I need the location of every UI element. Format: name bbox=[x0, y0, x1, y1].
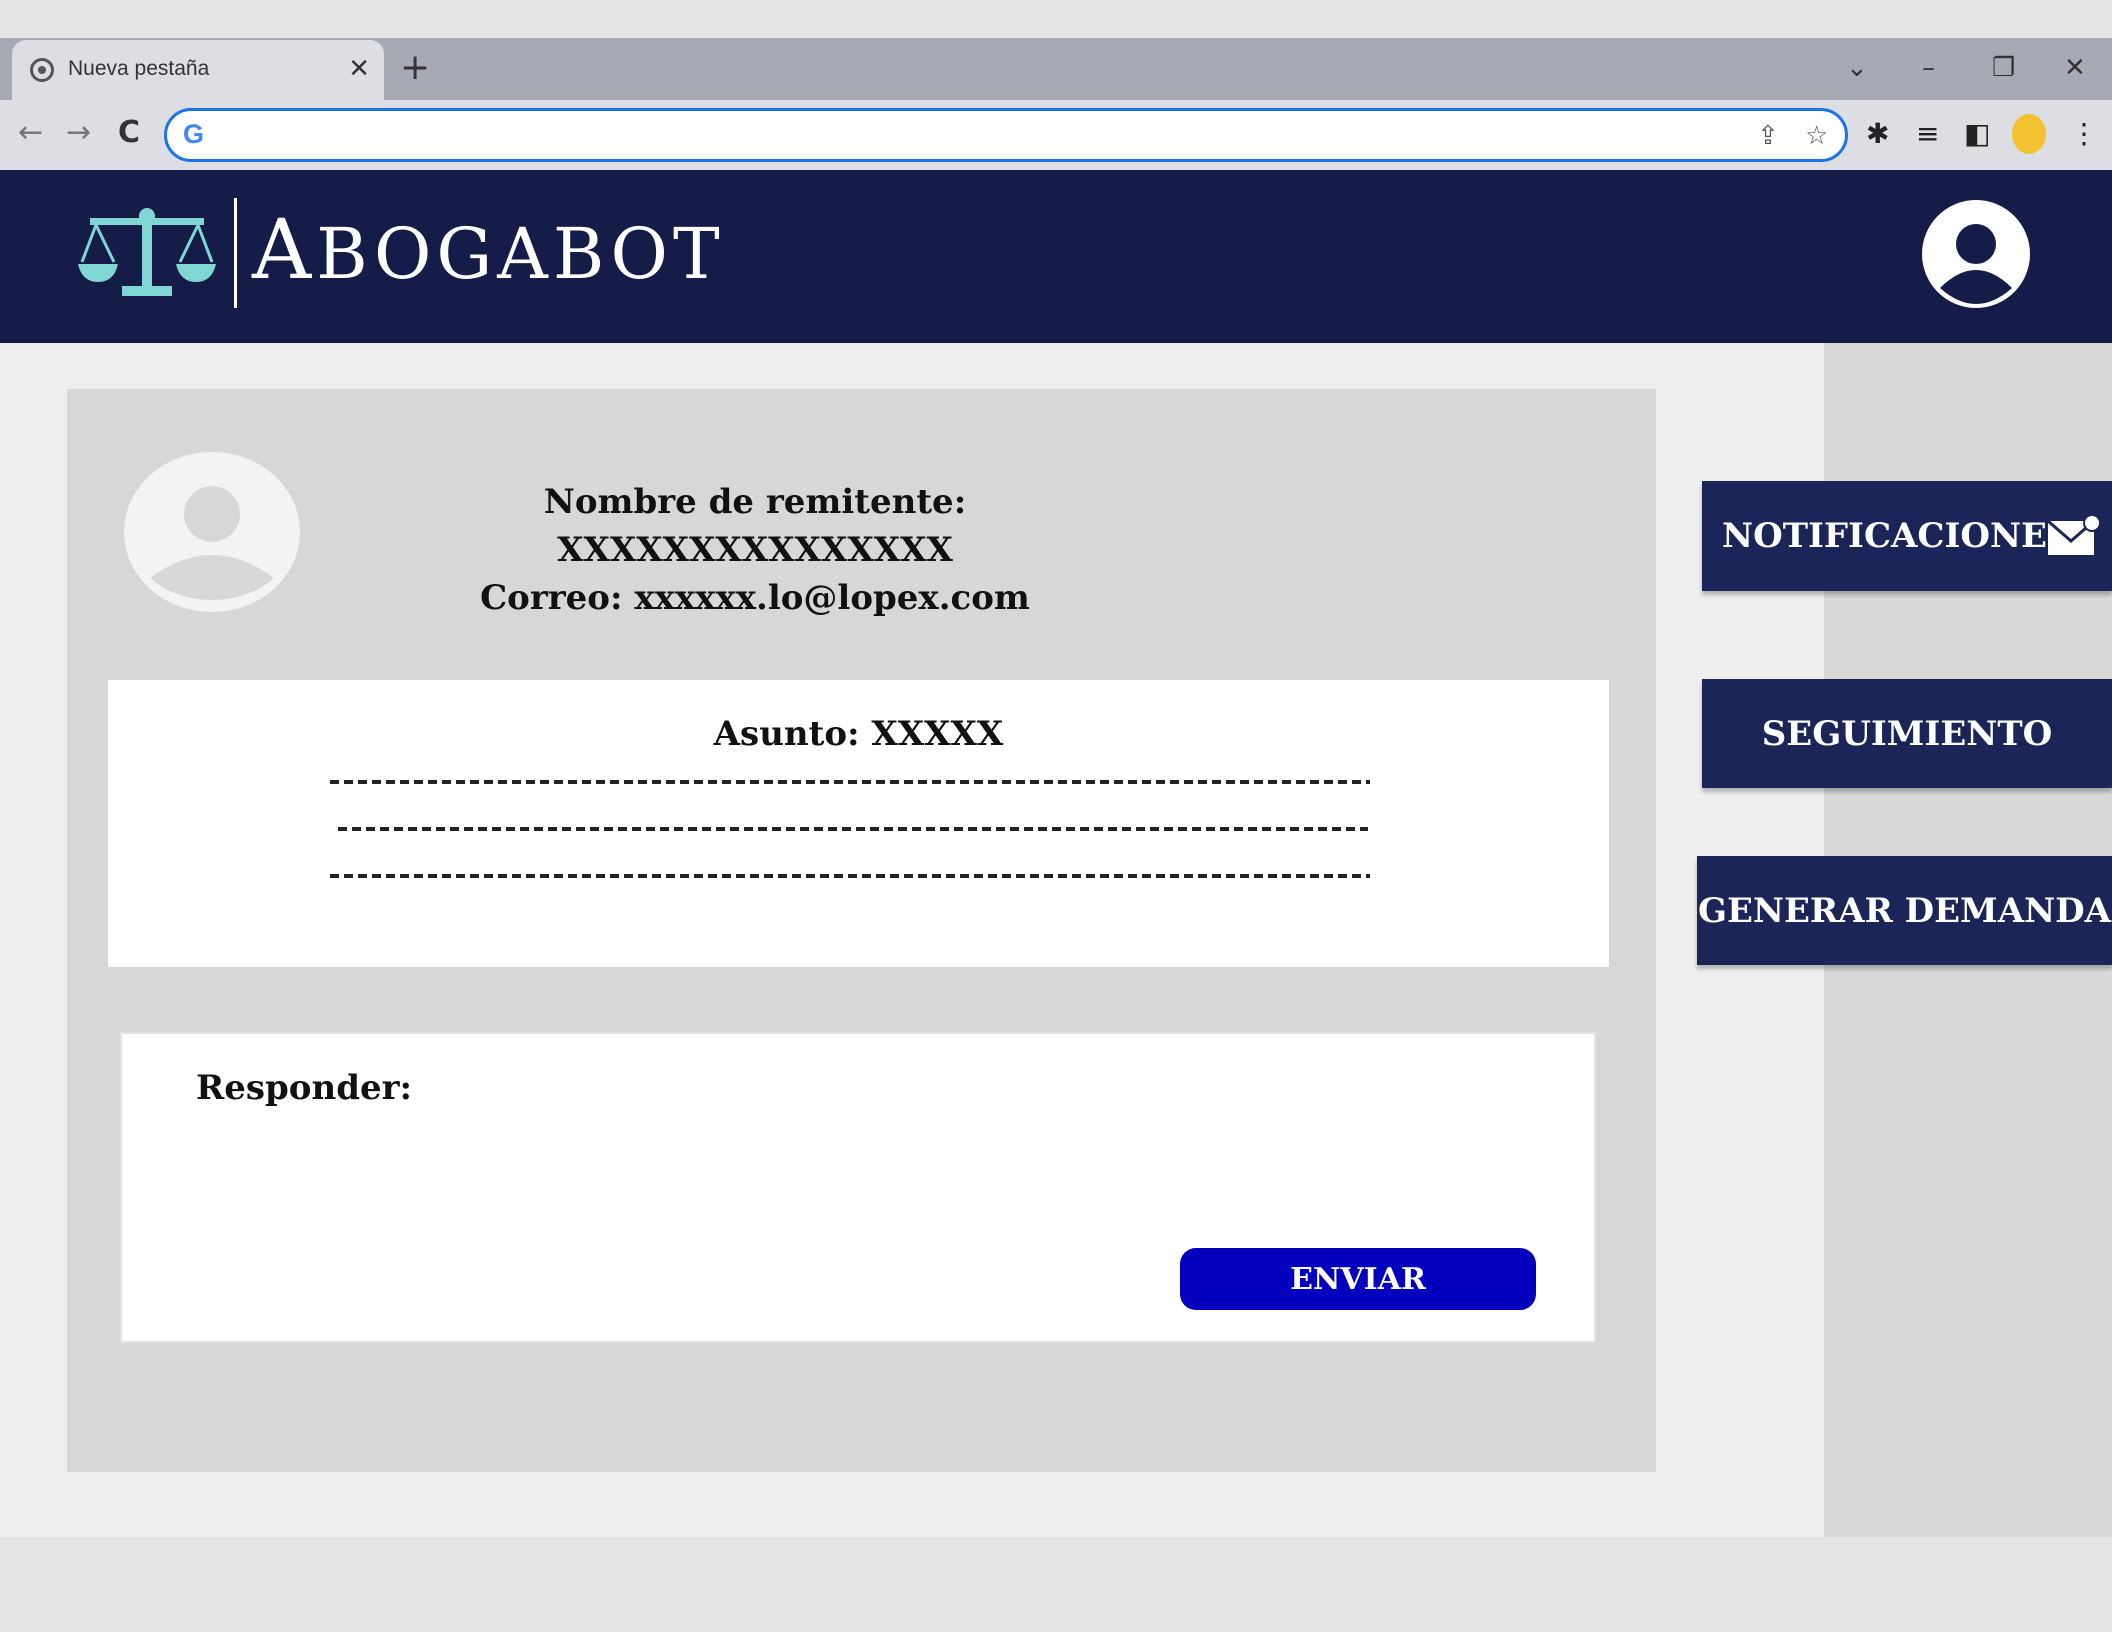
tracking-button[interactable]: SEGUIMIENTO bbox=[1702, 679, 2112, 788]
share-icon[interactable]: ⇪ bbox=[1757, 120, 1779, 152]
reply-textarea[interactable] bbox=[196, 1122, 1496, 1232]
app-header: ABOGABOT bbox=[0, 170, 2112, 343]
minimize-button[interactable]: – bbox=[1922, 46, 1935, 90]
send-button[interactable]: ENVIAR bbox=[1180, 1248, 1536, 1310]
browser-toolbar: ← → C G ⇪ ☆ ✱ ≡ ◧ ⋮ bbox=[0, 100, 2112, 170]
reply-label: Responder: bbox=[196, 1068, 413, 1108]
tab-title: Nueva pestaña bbox=[68, 57, 210, 80]
google-icon: G bbox=[183, 119, 205, 149]
address-bar[interactable]: G ⇪ ☆ bbox=[164, 108, 1848, 162]
profile-icon[interactable] bbox=[2012, 114, 2046, 154]
reload-icon[interactable]: C bbox=[118, 113, 140, 153]
browser-tabstrip: Nueva pestaña ✕ + ⌄ – ❐ ✕ bbox=[0, 38, 2112, 100]
new-tab-button[interactable]: + bbox=[400, 46, 430, 90]
reply-box: Responder: ENVIAR bbox=[120, 1032, 1596, 1343]
message-line bbox=[330, 874, 1370, 878]
brand-name[interactable]: ABOGABOT bbox=[252, 210, 725, 292]
sender-email: Correo: xxxxxx.lo@lopex.com bbox=[480, 578, 1030, 618]
tab-close-icon[interactable]: ✕ bbox=[348, 51, 370, 87]
notifications-label: NOTIFICACIONES bbox=[1722, 516, 2072, 556]
browser-tab[interactable]: Nueva pestaña ✕ bbox=[12, 40, 384, 100]
tab-search-icon[interactable]: ⌄ bbox=[1846, 46, 1868, 90]
message-body-box: Asunto: XXXXX bbox=[108, 680, 1609, 967]
reading-list-icon[interactable]: ≡ bbox=[1916, 114, 1939, 154]
sender-info: Nombre de remitente: XXXXXXXXXXXXXXX Cor… bbox=[355, 478, 1155, 622]
side-panel-icon[interactable]: ◧ bbox=[1964, 114, 1990, 154]
message-line bbox=[338, 827, 1368, 831]
sender-avatar-icon bbox=[124, 452, 300, 612]
extensions-icon[interactable]: ✱ bbox=[1866, 114, 1889, 154]
back-arrow-icon[interactable]: ← bbox=[18, 113, 43, 153]
sender-name: Nombre de remitente: XXXXXXXXXXXXXXX bbox=[543, 482, 967, 570]
notifications-button[interactable]: NOTIFICACIONES bbox=[1702, 481, 2112, 591]
menu-icon[interactable]: ⋮ bbox=[2070, 114, 2098, 154]
message-subject: Asunto: XXXXX bbox=[713, 714, 1004, 754]
close-window-button[interactable]: ✕ bbox=[2064, 46, 2086, 90]
user-avatar-icon[interactable] bbox=[1922, 200, 2030, 308]
mail-notification-icon bbox=[2048, 515, 2100, 555]
generate-lawsuit-button[interactable]: GENERAR DEMANDA bbox=[1697, 856, 2112, 965]
message-line bbox=[330, 780, 1370, 784]
forward-arrow-icon[interactable]: → bbox=[66, 113, 91, 153]
address-input[interactable] bbox=[219, 117, 1699, 153]
star-icon[interactable]: ☆ bbox=[1805, 120, 1828, 152]
scales-of-justice-icon bbox=[78, 208, 216, 296]
chrome-favicon-icon bbox=[30, 58, 54, 82]
restore-button[interactable]: ❐ bbox=[1992, 46, 2015, 90]
logo-divider bbox=[234, 198, 237, 308]
